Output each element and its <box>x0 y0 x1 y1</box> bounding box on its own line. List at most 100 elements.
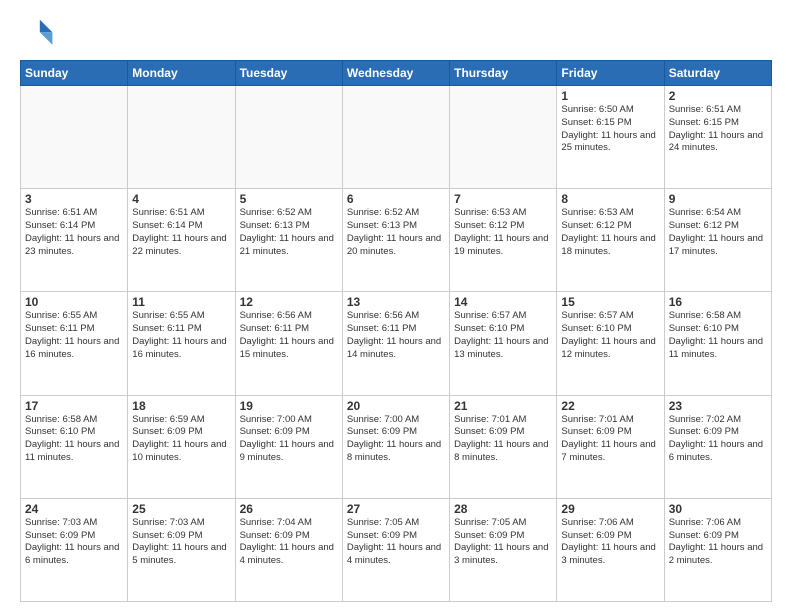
day-detail: Sunrise: 6:56 AM Sunset: 6:11 PM Dayligh… <box>347 310 445 361</box>
calendar-cell: 2Sunrise: 6:51 AM Sunset: 6:15 PM Daylig… <box>664 86 771 189</box>
calendar-cell: 14Sunrise: 6:57 AM Sunset: 6:10 PM Dayli… <box>450 292 557 395</box>
calendar-cell: 7Sunrise: 6:53 AM Sunset: 6:12 PM Daylig… <box>450 189 557 292</box>
calendar-cell: 4Sunrise: 6:51 AM Sunset: 6:14 PM Daylig… <box>128 189 235 292</box>
day-number: 14 <box>454 295 552 309</box>
day-detail: Sunrise: 7:05 AM Sunset: 6:09 PM Dayligh… <box>454 517 552 568</box>
logo <box>20 16 60 52</box>
col-header-tuesday: Tuesday <box>235 61 342 86</box>
day-detail: Sunrise: 7:05 AM Sunset: 6:09 PM Dayligh… <box>347 517 445 568</box>
day-number: 5 <box>240 192 338 206</box>
calendar-cell: 24Sunrise: 7:03 AM Sunset: 6:09 PM Dayli… <box>21 498 128 601</box>
day-detail: Sunrise: 7:06 AM Sunset: 6:09 PM Dayligh… <box>561 517 659 568</box>
day-detail: Sunrise: 6:51 AM Sunset: 6:14 PM Dayligh… <box>25 207 123 258</box>
calendar-body: 1Sunrise: 6:50 AM Sunset: 6:15 PM Daylig… <box>21 86 772 602</box>
day-detail: Sunrise: 6:58 AM Sunset: 6:10 PM Dayligh… <box>669 310 767 361</box>
day-number: 17 <box>25 399 123 413</box>
calendar-cell: 30Sunrise: 7:06 AM Sunset: 6:09 PM Dayli… <box>664 498 771 601</box>
day-number: 22 <box>561 399 659 413</box>
day-number: 20 <box>347 399 445 413</box>
calendar-cell: 13Sunrise: 6:56 AM Sunset: 6:11 PM Dayli… <box>342 292 449 395</box>
day-detail: Sunrise: 7:01 AM Sunset: 6:09 PM Dayligh… <box>454 414 552 465</box>
day-detail: Sunrise: 6:56 AM Sunset: 6:11 PM Dayligh… <box>240 310 338 361</box>
day-detail: Sunrise: 6:52 AM Sunset: 6:13 PM Dayligh… <box>347 207 445 258</box>
col-header-friday: Friday <box>557 61 664 86</box>
calendar-table: SundayMondayTuesdayWednesdayThursdayFrid… <box>20 60 772 602</box>
calendar-cell: 12Sunrise: 6:56 AM Sunset: 6:11 PM Dayli… <box>235 292 342 395</box>
day-detail: Sunrise: 6:53 AM Sunset: 6:12 PM Dayligh… <box>561 207 659 258</box>
day-detail: Sunrise: 6:58 AM Sunset: 6:10 PM Dayligh… <box>25 414 123 465</box>
calendar-cell: 3Sunrise: 6:51 AM Sunset: 6:14 PM Daylig… <box>21 189 128 292</box>
calendar-cell <box>235 86 342 189</box>
day-number: 6 <box>347 192 445 206</box>
day-number: 28 <box>454 502 552 516</box>
col-header-wednesday: Wednesday <box>342 61 449 86</box>
day-detail: Sunrise: 6:52 AM Sunset: 6:13 PM Dayligh… <box>240 207 338 258</box>
day-detail: Sunrise: 7:00 AM Sunset: 6:09 PM Dayligh… <box>240 414 338 465</box>
day-detail: Sunrise: 7:03 AM Sunset: 6:09 PM Dayligh… <box>132 517 230 568</box>
day-detail: Sunrise: 6:51 AM Sunset: 6:14 PM Dayligh… <box>132 207 230 258</box>
day-number: 7 <box>454 192 552 206</box>
day-number: 8 <box>561 192 659 206</box>
week-row-3: 10Sunrise: 6:55 AM Sunset: 6:11 PM Dayli… <box>21 292 772 395</box>
day-number: 21 <box>454 399 552 413</box>
day-number: 9 <box>669 192 767 206</box>
calendar-cell <box>128 86 235 189</box>
day-detail: Sunrise: 6:55 AM Sunset: 6:11 PM Dayligh… <box>132 310 230 361</box>
day-number: 26 <box>240 502 338 516</box>
calendar-cell: 25Sunrise: 7:03 AM Sunset: 6:09 PM Dayli… <box>128 498 235 601</box>
calendar-cell: 15Sunrise: 6:57 AM Sunset: 6:10 PM Dayli… <box>557 292 664 395</box>
day-detail: Sunrise: 6:54 AM Sunset: 6:12 PM Dayligh… <box>669 207 767 258</box>
day-detail: Sunrise: 7:02 AM Sunset: 6:09 PM Dayligh… <box>669 414 767 465</box>
day-number: 3 <box>25 192 123 206</box>
calendar-cell: 5Sunrise: 6:52 AM Sunset: 6:13 PM Daylig… <box>235 189 342 292</box>
day-number: 2 <box>669 89 767 103</box>
day-detail: Sunrise: 7:06 AM Sunset: 6:09 PM Dayligh… <box>669 517 767 568</box>
calendar-cell: 27Sunrise: 7:05 AM Sunset: 6:09 PM Dayli… <box>342 498 449 601</box>
day-detail: Sunrise: 6:51 AM Sunset: 6:15 PM Dayligh… <box>669 104 767 155</box>
calendar-cell: 19Sunrise: 7:00 AM Sunset: 6:09 PM Dayli… <box>235 395 342 498</box>
calendar-cell: 17Sunrise: 6:58 AM Sunset: 6:10 PM Dayli… <box>21 395 128 498</box>
day-number: 13 <box>347 295 445 309</box>
day-detail: Sunrise: 6:50 AM Sunset: 6:15 PM Dayligh… <box>561 104 659 155</box>
calendar-cell: 21Sunrise: 7:01 AM Sunset: 6:09 PM Dayli… <box>450 395 557 498</box>
day-detail: Sunrise: 7:03 AM Sunset: 6:09 PM Dayligh… <box>25 517 123 568</box>
day-number: 18 <box>132 399 230 413</box>
day-number: 11 <box>132 295 230 309</box>
day-detail: Sunrise: 6:55 AM Sunset: 6:11 PM Dayligh… <box>25 310 123 361</box>
week-row-2: 3Sunrise: 6:51 AM Sunset: 6:14 PM Daylig… <box>21 189 772 292</box>
day-number: 25 <box>132 502 230 516</box>
col-header-saturday: Saturday <box>664 61 771 86</box>
calendar-cell: 9Sunrise: 6:54 AM Sunset: 6:12 PM Daylig… <box>664 189 771 292</box>
day-number: 10 <box>25 295 123 309</box>
day-detail: Sunrise: 6:57 AM Sunset: 6:10 PM Dayligh… <box>561 310 659 361</box>
day-number: 30 <box>669 502 767 516</box>
calendar-cell: 18Sunrise: 6:59 AM Sunset: 6:09 PM Dayli… <box>128 395 235 498</box>
day-number: 16 <box>669 295 767 309</box>
day-detail: Sunrise: 7:00 AM Sunset: 6:09 PM Dayligh… <box>347 414 445 465</box>
day-number: 27 <box>347 502 445 516</box>
day-number: 24 <box>25 502 123 516</box>
col-header-thursday: Thursday <box>450 61 557 86</box>
calendar-cell: 8Sunrise: 6:53 AM Sunset: 6:12 PM Daylig… <box>557 189 664 292</box>
calendar-cell: 23Sunrise: 7:02 AM Sunset: 6:09 PM Dayli… <box>664 395 771 498</box>
calendar-cell: 1Sunrise: 6:50 AM Sunset: 6:15 PM Daylig… <box>557 86 664 189</box>
day-number: 23 <box>669 399 767 413</box>
header <box>20 16 772 52</box>
calendar-header-row: SundayMondayTuesdayWednesdayThursdayFrid… <box>21 61 772 86</box>
page: SundayMondayTuesdayWednesdayThursdayFrid… <box>0 0 792 612</box>
week-row-1: 1Sunrise: 6:50 AM Sunset: 6:15 PM Daylig… <box>21 86 772 189</box>
week-row-4: 17Sunrise: 6:58 AM Sunset: 6:10 PM Dayli… <box>21 395 772 498</box>
calendar-cell: 10Sunrise: 6:55 AM Sunset: 6:11 PM Dayli… <box>21 292 128 395</box>
day-number: 15 <box>561 295 659 309</box>
day-detail: Sunrise: 6:53 AM Sunset: 6:12 PM Dayligh… <box>454 207 552 258</box>
calendar-cell: 29Sunrise: 7:06 AM Sunset: 6:09 PM Dayli… <box>557 498 664 601</box>
calendar-cell <box>450 86 557 189</box>
calendar-cell: 6Sunrise: 6:52 AM Sunset: 6:13 PM Daylig… <box>342 189 449 292</box>
col-header-monday: Monday <box>128 61 235 86</box>
day-detail: Sunrise: 6:59 AM Sunset: 6:09 PM Dayligh… <box>132 414 230 465</box>
day-detail: Sunrise: 7:04 AM Sunset: 6:09 PM Dayligh… <box>240 517 338 568</box>
calendar-cell <box>21 86 128 189</box>
calendar-cell: 11Sunrise: 6:55 AM Sunset: 6:11 PM Dayli… <box>128 292 235 395</box>
calendar-cell <box>342 86 449 189</box>
day-number: 19 <box>240 399 338 413</box>
